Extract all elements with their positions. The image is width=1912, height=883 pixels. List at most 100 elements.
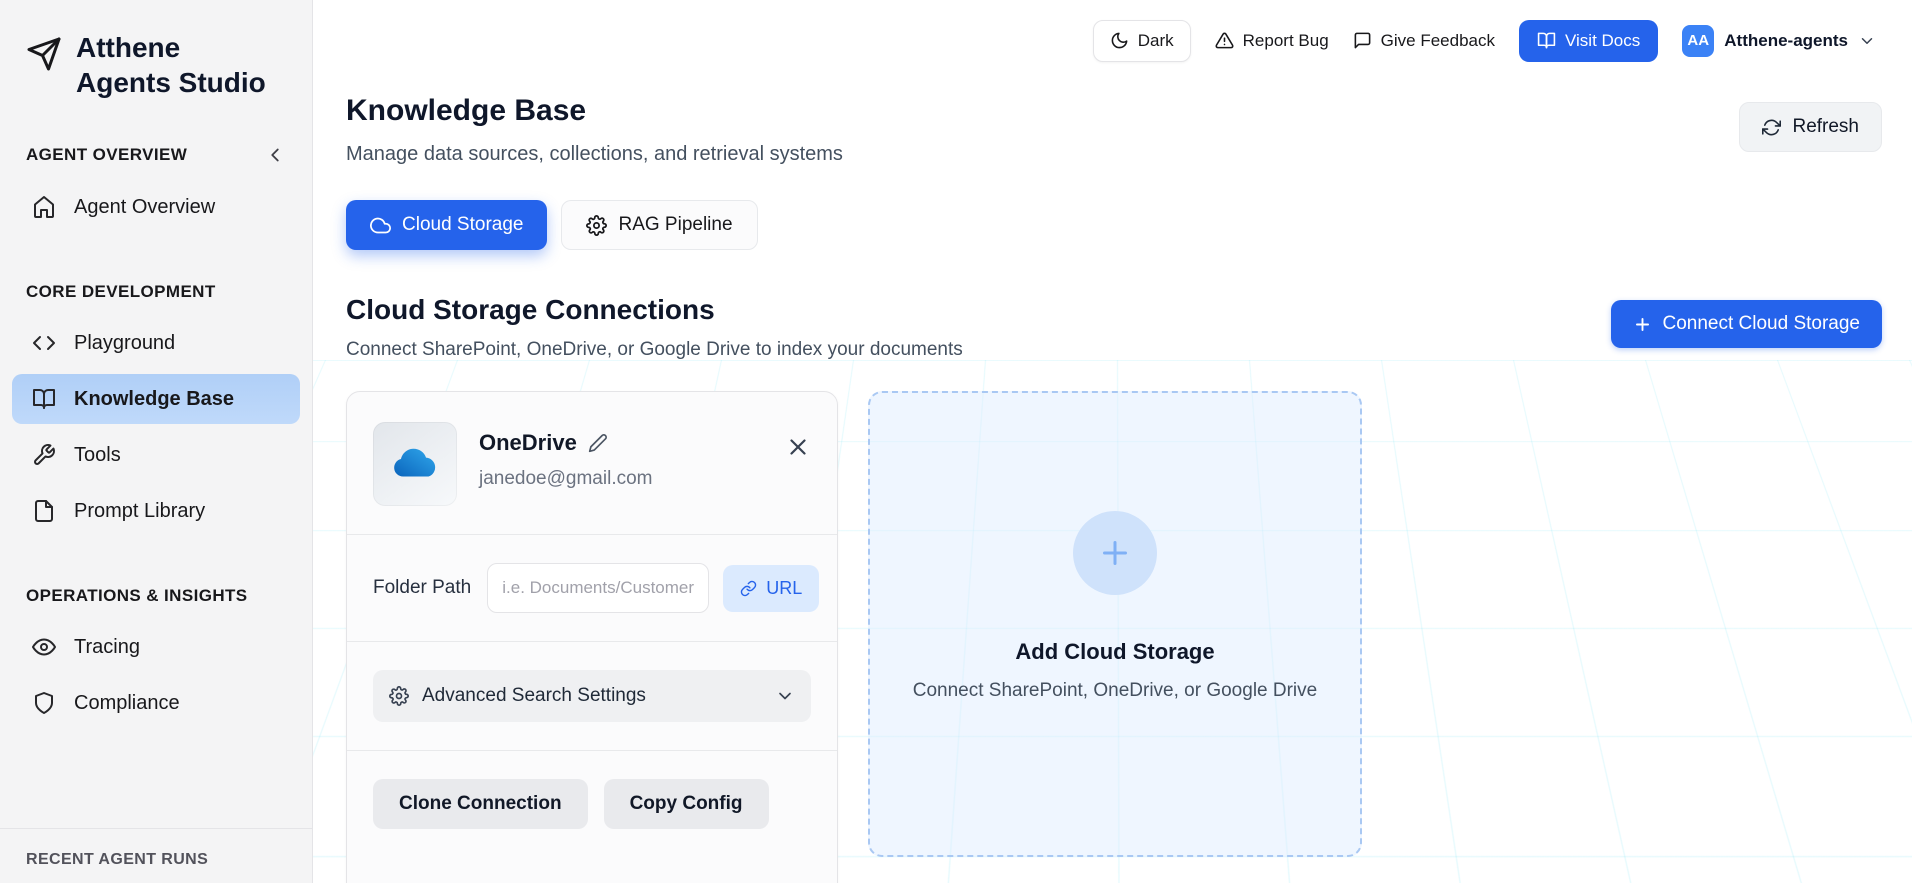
sidebar-section-agent-overview: AGENT OVERVIEW — [0, 144, 312, 166]
sidebar-section-label: CORE DEVELOPMENT — [26, 282, 216, 301]
link-icon — [740, 580, 757, 597]
close-icon — [790, 439, 806, 455]
connection-provider-name: OneDrive — [479, 430, 577, 455]
folder-path-section: Folder Path URL — [347, 534, 837, 641]
copy-config-button[interactable]: Copy Config — [603, 779, 769, 829]
alert-triangle-icon — [1215, 31, 1234, 50]
sidebar-item-knowledge-base[interactable]: Knowledge Base — [12, 374, 300, 424]
sidebar-item-agent-overview[interactable]: Agent Overview — [12, 182, 300, 232]
connection-account-email: janedoe@gmail.com — [479, 468, 653, 489]
tab-cloud-storage[interactable]: Cloud Storage — [346, 200, 548, 250]
sidebar-item-tools[interactable]: Tools — [12, 430, 300, 480]
clone-connection-button[interactable]: Clone Connection — [373, 779, 588, 829]
remove-connection-button[interactable] — [785, 434, 811, 460]
sidebar-item-label: Tracing — [74, 635, 140, 658]
file-icon — [32, 499, 56, 523]
tool-icon — [32, 443, 56, 467]
book-icon — [1537, 31, 1556, 50]
add-cloud-storage-title: Add Cloud Storage — [1015, 638, 1215, 664]
shield-icon — [32, 691, 56, 715]
folder-path-label: Folder Path — [373, 577, 472, 598]
page-title: Knowledge Base — [346, 94, 587, 127]
open-book-icon — [32, 387, 56, 411]
page-header-text: Knowledge Base Manage data sources, coll… — [346, 94, 843, 166]
sidebar-nav-core-development: Playground Knowledge Base Tools Prompt L… — [0, 312, 312, 542]
connection-title-row: OneDrive — [479, 430, 653, 456]
main: Knowledge Base Manage data sources, coll… — [313, 66, 1912, 883]
sidebar-item-label: Prompt Library — [74, 499, 206, 522]
advanced-settings-section: Advanced Search Settings — [347, 641, 837, 750]
edit-connection-icon[interactable] — [588, 433, 608, 453]
chevron-left-icon — [271, 148, 279, 162]
refresh-button[interactable]: Refresh — [1739, 102, 1882, 152]
visit-docs-label: Visit Docs — [1565, 30, 1641, 50]
theme-toggle-label: Dark — [1137, 30, 1174, 50]
theme-toggle-button[interactable]: Dark — [1092, 19, 1191, 62]
gear-icon — [389, 686, 409, 706]
sidebar-item-prompt-library[interactable]: Prompt Library — [12, 486, 300, 536]
report-bug-button[interactable]: Report Bug — [1215, 31, 1329, 51]
tab-rag-pipeline[interactable]: RAG Pipeline — [561, 200, 758, 250]
sidebar-item-label: Compliance — [74, 691, 180, 714]
eye-icon — [32, 635, 56, 659]
folder-path-row: Folder Path URL — [373, 563, 820, 613]
content-area: Dark Report Bug Give Feedback Visit Docs — [313, 0, 1912, 883]
code-icon — [32, 331, 56, 355]
sidebar-section-core-development: CORE DEVELOPMENT — [0, 282, 312, 302]
view-tabs: Cloud Storage RAG Pipeline — [346, 200, 1882, 250]
give-feedback-label: Give Feedback — [1380, 30, 1495, 50]
sidebar-item-label: Knowledge Base — [74, 387, 235, 410]
page-header: Knowledge Base Manage data sources, coll… — [346, 94, 1882, 166]
cloud-icon — [370, 215, 391, 236]
sidebar-section-recent-agent-runs: RECENT AGENT RUNS — [0, 828, 312, 883]
page-subtitle: Manage data sources, collections, and re… — [346, 143, 843, 165]
sidebar: Atthene Agents Studio AGENT OVERVIEW Age… — [0, 0, 313, 883]
plus-icon — [1633, 315, 1652, 334]
connect-cloud-storage-button[interactable]: Connect Cloud Storage — [1611, 300, 1882, 348]
sidebar-collapse-button[interactable] — [264, 144, 286, 166]
connection-actions: Clone Connection Copy Config — [347, 750, 837, 857]
topbar: Dark Report Bug Give Feedback Visit Docs — [313, 0, 1912, 66]
message-square-icon — [1353, 31, 1372, 50]
give-feedback-button[interactable]: Give Feedback — [1353, 31, 1495, 51]
cloud-storage-section-text: Cloud Storage Connections Connect ShareP… — [346, 294, 963, 361]
sidebar-item-compliance[interactable]: Compliance — [12, 678, 300, 728]
sidebar-section-label: RECENT AGENT RUNS — [26, 851, 209, 868]
app-logo-icon — [26, 36, 62, 72]
cloud-storage-cards: OneDrive janedoe@gmail.com Folder Path i… — [346, 391, 1882, 883]
refresh-label: Refresh — [1792, 116, 1859, 137]
sidebar-item-tracing[interactable]: Tracing — [12, 622, 300, 672]
sidebar-section-label: OPERATIONS & INSIGHTS — [26, 586, 248, 605]
visit-docs-button[interactable]: Visit Docs — [1519, 19, 1659, 62]
moon-icon — [1110, 31, 1129, 50]
advanced-search-settings-label: Advanced Search Settings — [422, 685, 646, 706]
provider-logo-tile — [373, 422, 457, 506]
sidebar-item-playground[interactable]: Playground — [12, 318, 300, 368]
sidebar-item-label: Playground — [74, 331, 176, 354]
sidebar-nav-operations: Tracing Compliance — [0, 616, 312, 734]
advanced-search-settings-toggle[interactable]: Advanced Search Settings — [373, 670, 811, 722]
url-button[interactable]: URL — [723, 564, 820, 612]
connection-card-header: OneDrive janedoe@gmail.com — [347, 392, 837, 534]
folder-path-input[interactable] — [487, 563, 710, 613]
add-cloud-storage-subtitle: Connect SharePoint, OneDrive, or Google … — [912, 679, 1318, 701]
tab-label: Cloud Storage — [402, 214, 524, 235]
gear-icon — [586, 214, 608, 236]
connection-card-onedrive: OneDrive janedoe@gmail.com Folder Path i… — [346, 391, 838, 883]
account-menu-button[interactable]: AA Atthene-agents — [1682, 24, 1876, 57]
avatar: AA — [1682, 24, 1715, 57]
connection-card-title-block: OneDrive janedoe@gmail.com — [479, 422, 653, 506]
refresh-icon — [1762, 118, 1782, 137]
onedrive-logo-icon — [390, 447, 440, 481]
report-bug-label: Report Bug — [1242, 30, 1329, 50]
cloud-storage-section-header: Cloud Storage Connections Connect ShareP… — [346, 294, 1882, 361]
chevron-down-icon — [775, 686, 795, 706]
section-subtitle: Connect SharePoint, OneDrive, or Google … — [346, 339, 963, 360]
home-icon — [32, 195, 56, 219]
url-button-label: URL — [766, 577, 803, 598]
sidebar-item-label: Agent Overview — [74, 195, 216, 218]
connect-cloud-storage-label: Connect Cloud Storage — [1662, 313, 1860, 334]
add-cloud-storage-card[interactable]: Add Cloud Storage Connect SharePoint, On… — [868, 391, 1362, 857]
sidebar-section-operations-insights: OPERATIONS & INSIGHTS — [0, 586, 312, 606]
app-title: Atthene Agents Studio — [76, 32, 266, 98]
